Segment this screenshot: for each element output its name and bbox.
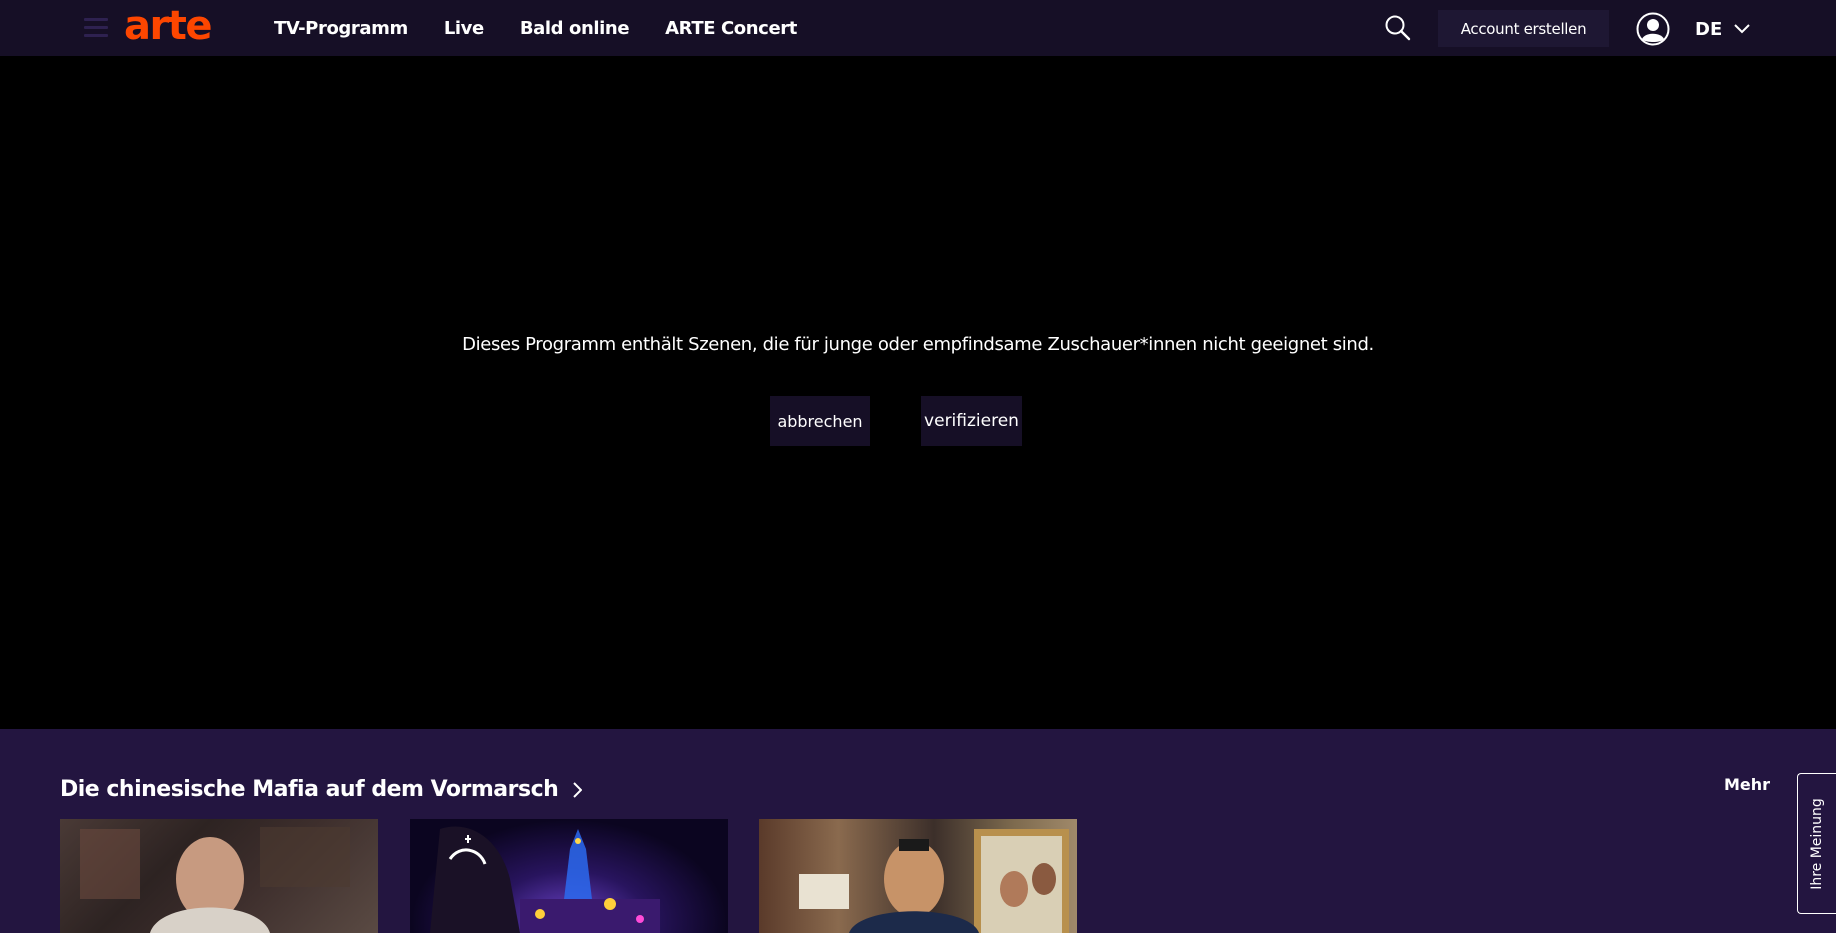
chevron-down-icon — [1734, 24, 1750, 34]
create-account-button[interactable]: Account erstellen — [1438, 10, 1609, 47]
chevron-right-icon — [573, 781, 583, 798]
nav-item-tv-programm[interactable]: TV-Programm — [274, 18, 408, 39]
feedback-tab[interactable]: Ihre Meinung — [1797, 773, 1836, 914]
arte-logo[interactable]: arte — [124, 6, 212, 46]
section-title: Die chinesische Mafia auf dem Vormarsch — [60, 777, 559, 802]
cancel-button[interactable]: abbrechen — [770, 396, 870, 446]
language-label: DE — [1695, 18, 1723, 40]
user-icon[interactable] — [1636, 12, 1670, 46]
more-link[interactable]: Mehr — [1724, 775, 1770, 794]
nav-item-live[interactable]: Live — [444, 18, 484, 39]
section-title-link[interactable]: Die chinesische Mafia auf dem Vormarsch — [60, 777, 583, 802]
nav-item-bald-online[interactable]: Bald online — [520, 18, 630, 39]
video-thumbnail[interactable] — [60, 819, 378, 933]
language-selector[interactable]: DE — [1695, 16, 1750, 42]
nav-item-arte-concert[interactable]: ARTE Concert — [665, 18, 797, 39]
video-thumbnail[interactable] — [759, 819, 1077, 933]
verify-button[interactable]: verifizieren — [921, 396, 1022, 446]
main-nav: TV-Programm Live Bald online ARTE Concer… — [274, 0, 833, 56]
video-player[interactable] — [0, 56, 1836, 729]
top-navigation-bar: arte TV-Programm Live Bald online ARTE C… — [0, 0, 1836, 56]
search-icon[interactable] — [1384, 14, 1412, 42]
video-thumbnail[interactable] — [410, 819, 728, 933]
menu-icon[interactable] — [84, 18, 108, 38]
feedback-label: Ihre Meinung — [1809, 797, 1825, 890]
age-warning-text: Dieses Programm enthält Szenen, die für … — [462, 334, 1374, 355]
